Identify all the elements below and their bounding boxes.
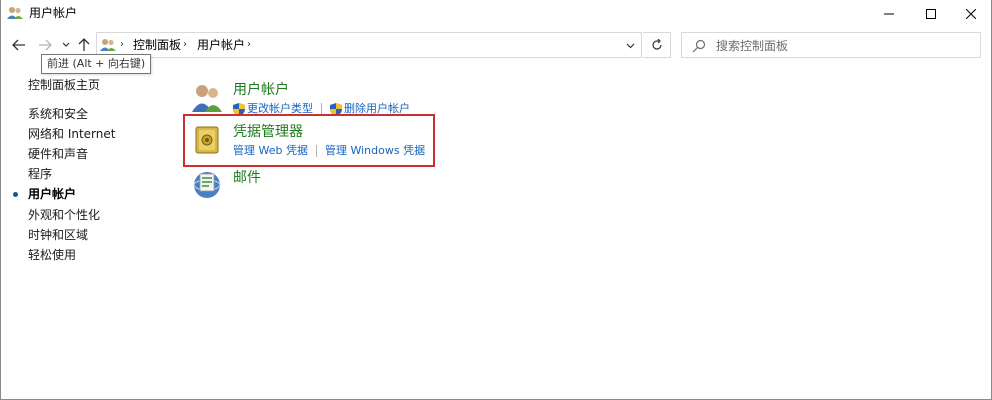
- refresh-button[interactable]: [643, 32, 671, 58]
- control-panel-window: 用户帐户 › 控制面板 › 用户帐户 › 搜索控制面板 前进 (Alt + 向右…: [0, 0, 992, 400]
- breadcrumb-separator-icon[interactable]: ›: [247, 39, 251, 50]
- mail-icon: [193, 172, 221, 198]
- forward-arrow-icon: [39, 39, 52, 51]
- sidebar-item-ease-of-access[interactable]: 轻松使用: [28, 248, 76, 262]
- title-bar: 用户帐户: [1, 0, 991, 28]
- up-button[interactable]: [75, 34, 93, 56]
- category-title[interactable]: 用户帐户: [233, 82, 289, 98]
- category-links: 管理 Web 凭据 管理 Windows 凭据: [233, 144, 425, 158]
- sidebar-item-hardware-sound[interactable]: 硬件和声音: [28, 147, 88, 161]
- manage-windows-credentials-link[interactable]: 管理 Windows 凭据: [325, 144, 425, 158]
- back-arrow-icon: [12, 39, 25, 51]
- close-icon: [966, 9, 976, 19]
- maximize-icon: [926, 9, 936, 19]
- breadcrumb-separator-icon[interactable]: ›: [183, 39, 187, 50]
- search-box[interactable]: 搜索控制面板: [681, 32, 981, 58]
- manage-web-credentials-link[interactable]: 管理 Web 凭据: [233, 144, 308, 158]
- link-separator: [315, 145, 317, 157]
- address-history-dropdown[interactable]: [623, 39, 637, 53]
- window-title: 用户帐户: [29, 6, 78, 20]
- sidebar-item-control-panel-home[interactable]: 控制面板主页: [28, 78, 100, 92]
- close-button[interactable]: [949, 0, 992, 28]
- category-title[interactable]: 邮件: [233, 170, 261, 186]
- users-icon: [192, 85, 222, 112]
- credential-vault-icon: [195, 126, 219, 154]
- users-icon: [100, 39, 116, 51]
- refresh-icon: [651, 39, 662, 50]
- search-input[interactable]: 搜索控制面板: [716, 39, 788, 53]
- chevron-down-icon: [62, 42, 70, 47]
- sidebar-item-system-security[interactable]: 系统和安全: [28, 107, 88, 121]
- minimize-button[interactable]: [867, 0, 911, 28]
- minimize-icon: [884, 13, 894, 15]
- breadcrumb-control-panel[interactable]: 控制面板: [133, 38, 181, 52]
- maximize-button[interactable]: [909, 0, 953, 28]
- active-item-bullet: [13, 192, 18, 197]
- sidebar-item-appearance[interactable]: 外观和个性化: [28, 208, 100, 222]
- chevron-down-icon: [626, 43, 634, 49]
- address-bar[interactable]: › 控制面板 › 用户帐户 ›: [96, 32, 642, 58]
- forward-button[interactable]: [35, 34, 55, 56]
- up-arrow-icon: [78, 38, 90, 51]
- breadcrumb-user-accounts[interactable]: 用户帐户: [197, 38, 245, 52]
- search-icon: [692, 39, 706, 53]
- breadcrumb-separator-icon[interactable]: ›: [120, 39, 124, 50]
- category-title[interactable]: 凭据管理器: [233, 124, 303, 140]
- sidebar-item-programs[interactable]: 程序: [28, 167, 52, 181]
- back-button[interactable]: [9, 34, 29, 56]
- sidebar-item-network-internet[interactable]: 网络和 Internet: [28, 127, 115, 141]
- forward-tooltip: 前进 (Alt + 向右键): [41, 54, 152, 74]
- users-icon: [7, 7, 23, 19]
- recent-locations-button[interactable]: [59, 34, 73, 56]
- sidebar-item-clock-region[interactable]: 时钟和区域: [28, 228, 88, 242]
- sidebar-item-user-accounts[interactable]: 用户帐户: [28, 187, 76, 201]
